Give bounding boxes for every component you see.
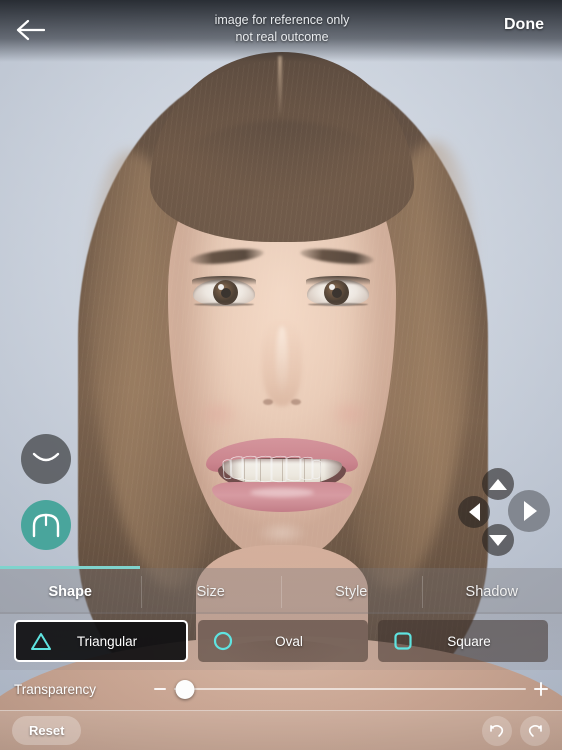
- undo-arrow-icon: [490, 724, 504, 737]
- minus-icon[interactable]: [154, 688, 166, 690]
- shape-option-label: Square: [447, 633, 491, 649]
- plus-icon[interactable]: [534, 682, 548, 696]
- shape-option-square[interactable]: Square: [378, 620, 548, 662]
- reset-button[interactable]: Reset: [12, 716, 82, 745]
- shape-option-triangular[interactable]: Triangular: [14, 620, 188, 662]
- nudge-right-button[interactable]: [508, 490, 550, 532]
- transparency-slider[interactable]: [154, 679, 548, 699]
- shape-option-label: Oval: [275, 633, 303, 649]
- triangle-outline-icon: [28, 631, 54, 651]
- smile-design-editor: image for reference only not real outcom…: [0, 0, 562, 750]
- top-bar: image for reference only not real outcom…: [0, 0, 562, 62]
- upper-arch-curve-icon: [32, 513, 60, 538]
- back-arrow-icon: [16, 19, 45, 41]
- transparency-label: Transparency: [14, 681, 97, 697]
- active-tab-underline: [0, 566, 140, 569]
- circle-outline-icon: [210, 630, 236, 652]
- arrow-right-icon: [524, 501, 537, 521]
- upper-arch-tool-button[interactable]: [21, 500, 71, 550]
- reference-note-line1: image for reference only: [214, 13, 350, 27]
- nudge-left-button[interactable]: [458, 496, 490, 528]
- tab-shape[interactable]: Shape: [0, 570, 141, 614]
- done-button[interactable]: Done: [504, 0, 562, 34]
- nudge-up-button[interactable]: [482, 468, 514, 500]
- transparency-control: Transparency: [0, 672, 562, 706]
- lower-arch-tool-button[interactable]: [21, 434, 71, 484]
- back-button[interactable]: [0, 4, 60, 56]
- rounded-square-outline-icon: [390, 630, 416, 652]
- transparency-thumb[interactable]: [175, 679, 195, 699]
- arrow-down-icon: [489, 534, 507, 546]
- transparency-track: [174, 688, 526, 690]
- lower-arch-curve-icon: [32, 452, 60, 462]
- reference-note-line2: not real outcome: [235, 30, 329, 44]
- transparency-track-area[interactable]: [174, 679, 526, 699]
- nudge-pad: [458, 468, 550, 556]
- undo-button[interactable]: [482, 715, 512, 746]
- tab-size[interactable]: Size: [140, 570, 282, 614]
- redo-arrow-icon: [528, 724, 542, 737]
- shape-option-oval[interactable]: Oval: [198, 620, 368, 662]
- shape-option-label: Triangular: [76, 633, 138, 649]
- tab-shadow[interactable]: Shadow: [421, 570, 562, 614]
- history-controls: [482, 715, 550, 746]
- shape-options-row: Triangular Oval Square: [0, 612, 562, 670]
- redo-button[interactable]: [520, 715, 550, 746]
- arrow-up-icon: [489, 478, 507, 490]
- reference-note: image for reference only not real outcom…: [60, 0, 504, 46]
- nudge-down-button[interactable]: [482, 524, 514, 556]
- tab-style[interactable]: Style: [281, 570, 422, 614]
- arrow-left-icon: [468, 503, 480, 521]
- bottom-bar: Reset: [0, 710, 562, 750]
- tab-bar: Shape Size Style Shadow: [0, 568, 562, 614]
